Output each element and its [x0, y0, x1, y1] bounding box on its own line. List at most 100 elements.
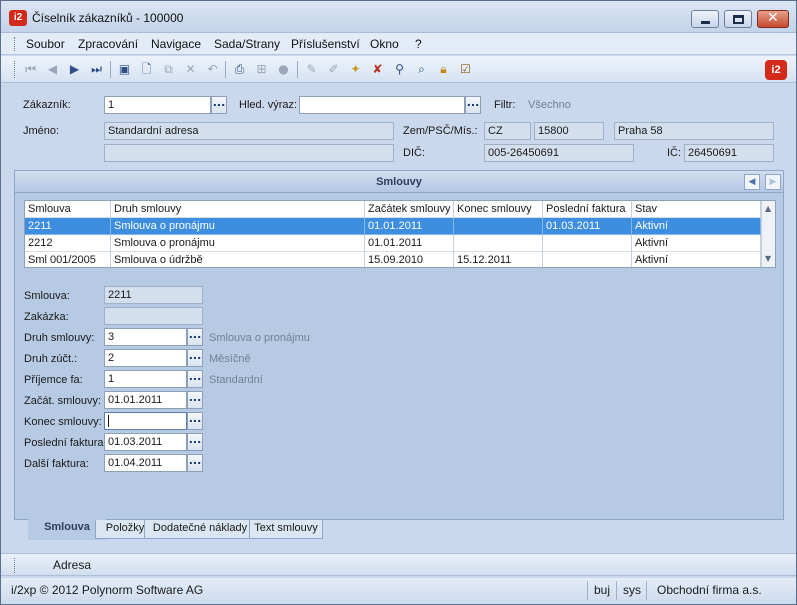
save-icon[interactable]: ▣: [117, 62, 132, 77]
smlouva-field[interactable]: 2211: [104, 286, 203, 304]
edit-icon[interactable]: ✎: [304, 62, 319, 77]
zakazka-field[interactable]: [104, 307, 203, 325]
konec-smlouvy-input[interactable]: [104, 412, 187, 430]
status-bar: i/2xp © 2012 Polynorm Software AG buj sy…: [1, 578, 796, 604]
menu-sada-strany[interactable]: Sada/Strany: [214, 37, 280, 51]
clear-filter-icon[interactable]: ✘: [370, 62, 385, 77]
prijemce-label: Příjemce fa:: [24, 374, 83, 386]
panel-prev-button[interactable]: ◀: [744, 174, 760, 190]
close-icon: ✕: [767, 10, 779, 26]
druh-smlouvy-input[interactable]: 3: [104, 328, 187, 346]
column-header-druh[interactable]: Druh smlouvy: [111, 201, 365, 218]
close-button[interactable]: ✕: [757, 10, 789, 28]
adresa-grip-icon[interactable]: [14, 558, 17, 573]
panel-next-button[interactable]: ▶: [765, 174, 781, 190]
status-db: sys: [623, 583, 641, 597]
first-record-icon[interactable]: ⏮: [23, 62, 38, 77]
ic-field[interactable]: 26450691: [684, 144, 774, 162]
dalsi-faktura-lookup-button[interactable]: ...: [187, 454, 203, 472]
toolbar-separator: [110, 61, 111, 78]
maximize-button[interactable]: [724, 10, 752, 28]
dic-field[interactable]: 005-26450691: [484, 144, 634, 162]
new-icon[interactable]: 🗋: [139, 62, 154, 77]
column-header-posledni[interactable]: Poslední faktura: [543, 201, 632, 218]
column-header-stav[interactable]: Stav: [632, 201, 761, 218]
lock-icon[interactable]: 🔒︎: [436, 62, 451, 77]
toolbar-grip-icon[interactable]: [14, 61, 17, 78]
posledni-faktura-input[interactable]: 01.03.2011: [104, 433, 187, 451]
filtr-value[interactable]: Všechno: [528, 99, 571, 111]
search-icon[interactable]: ⚲: [392, 62, 407, 77]
tab-dodatecne-naklady[interactable]: Dodatečné náklady: [144, 520, 256, 539]
jmeno-field[interactable]: Standardní adresa: [104, 122, 394, 140]
druh-zuct-input[interactable]: 2: [104, 349, 187, 367]
status-company: Obchodní firma a.s.: [657, 583, 762, 597]
text-cursor: [108, 415, 109, 427]
zem-field[interactable]: CZ: [484, 122, 531, 140]
ic-label: IČ:: [667, 147, 682, 159]
edit-alt-icon[interactable]: ✐: [326, 62, 341, 77]
cell-konec: [454, 235, 543, 252]
undo-icon[interactable]: ↶: [205, 62, 220, 77]
scroll-down-icon[interactable]: ▼: [765, 254, 771, 263]
druh-zuct-description: Měsíčně: [209, 353, 251, 365]
scroll-up-icon[interactable]: ▲: [765, 204, 771, 213]
table-row[interactable]: Sml 001/2005 Smlouva o údržbě 15.09.2010…: [25, 252, 761, 267]
title-bar[interactable]: i2 Číselník zákazníků - 100000 ✕: [1, 1, 796, 33]
psc-field[interactable]: 15800: [534, 122, 604, 140]
print-icon[interactable]: ⎙: [232, 62, 247, 77]
cell-druh: Smlouva o pronájmu: [111, 218, 365, 235]
adresa-button[interactable]: Adresa: [53, 558, 91, 572]
menu-grip-icon[interactable]: [14, 37, 17, 51]
menu-zpracovani[interactable]: Zpracování: [78, 37, 138, 51]
arrow-left-icon: ◀: [748, 177, 756, 187]
tab-text-smlouvy[interactable]: Text smlouvy: [249, 520, 323, 539]
filter-icon[interactable]: ✦: [348, 62, 363, 77]
filtr-label: Filtr:: [494, 99, 516, 111]
menu-navigace[interactable]: Navigace: [151, 37, 201, 51]
status-user: buj: [594, 583, 611, 597]
hled-vyraz-label: Hled. výraz:: [239, 99, 298, 111]
zakaznik-label: Zákazník:: [23, 99, 71, 111]
zacat-smlouvy-input[interactable]: 01.01.2011: [104, 391, 187, 409]
delete-icon[interactable]: ✕: [183, 62, 198, 77]
prev-record-icon[interactable]: ◀: [45, 62, 60, 77]
druh-smlouvy-lookup-button[interactable]: ...: [187, 328, 203, 346]
jmeno2-field[interactable]: [104, 144, 394, 162]
table-row[interactable]: 2212 Smlouva o pronájmu 01.01.2011 Aktiv…: [25, 235, 761, 252]
konec-smlouvy-lookup-button[interactable]: ...: [187, 412, 203, 430]
window-title: Číselník zákazníků - 100000: [32, 11, 184, 25]
minimize-icon: [701, 21, 710, 24]
last-record-icon[interactable]: ⏭: [89, 62, 104, 77]
copy-icon[interactable]: ⧉: [161, 62, 176, 77]
find-icon[interactable]: ⌕: [414, 62, 429, 77]
prijemce-lookup-button[interactable]: ...: [187, 370, 203, 388]
zakaznik-lookup-button[interactable]: ...: [211, 96, 227, 114]
stop-icon[interactable]: ●: [276, 62, 291, 77]
grid-vertical-scrollbar[interactable]: ▲ ▼: [761, 201, 775, 267]
next-record-icon[interactable]: ▶: [67, 62, 82, 77]
checklist-icon[interactable]: ☑: [458, 62, 473, 77]
menu-prislusenstvi[interactable]: Příslušenství: [291, 37, 360, 51]
hled-vyraz-lookup-button[interactable]: ...: [465, 96, 481, 114]
menu-soubor[interactable]: Soubor: [26, 37, 65, 51]
misto-field[interactable]: Praha 58: [614, 122, 774, 140]
dalsi-faktura-input[interactable]: 01.04.2011: [104, 454, 187, 472]
table-row[interactable]: 2211 Smlouva o pronájmu 01.01.2011 01.03…: [25, 218, 761, 235]
zacat-smlouvy-lookup-button[interactable]: ...: [187, 391, 203, 409]
column-header-smlouva[interactable]: Smlouva: [25, 201, 111, 218]
cell-smlouva: Sml 001/2005: [25, 252, 111, 267]
prijemce-input[interactable]: 1: [104, 370, 187, 388]
arrow-right-icon: ▶: [769, 177, 777, 187]
column-header-konec[interactable]: Konec smlouvy: [454, 201, 543, 218]
hled-vyraz-input[interactable]: [299, 96, 465, 114]
posledni-faktura-lookup-button[interactable]: ...: [187, 433, 203, 451]
menu-help[interactable]: ?: [415, 37, 422, 51]
column-header-zacatek[interactable]: Začátek smlouvy: [365, 201, 454, 218]
minimize-button[interactable]: [691, 10, 719, 28]
zakaznik-input[interactable]: 1: [104, 96, 211, 114]
grid-header-row: Smlouva Druh smlouvy Začátek smlouvy Kon…: [25, 201, 761, 218]
menu-okno[interactable]: Okno: [370, 37, 399, 51]
tree-icon[interactable]: ⊞: [254, 62, 269, 77]
druh-zuct-lookup-button[interactable]: ...: [187, 349, 203, 367]
